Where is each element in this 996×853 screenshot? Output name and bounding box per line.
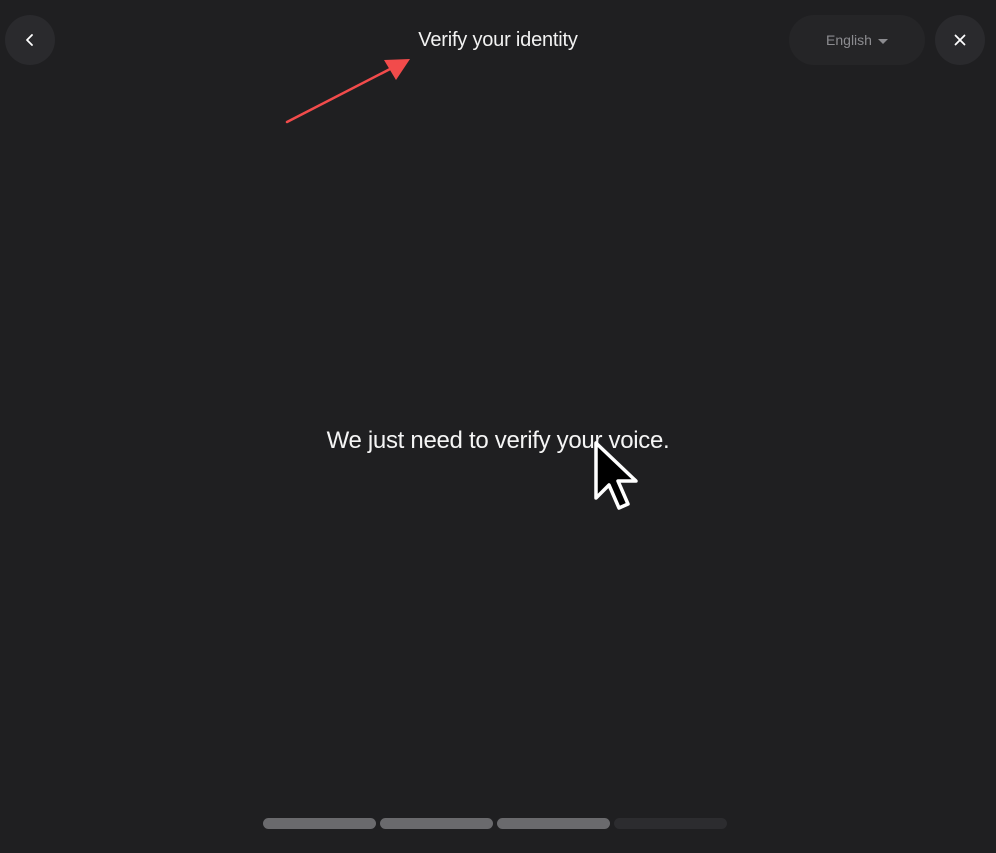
verification-message: We just need to verify your voice. <box>326 427 670 454</box>
progress-step-3 <box>497 818 610 829</box>
progress-step-4 <box>614 818 727 829</box>
progress-indicator <box>263 818 727 829</box>
progress-step-1 <box>263 818 376 829</box>
caret-down-icon <box>877 38 888 44</box>
language-select[interactable]: English <box>789 15 925 65</box>
close-icon <box>954 34 966 46</box>
progress-step-2 <box>380 818 493 829</box>
annotation-arrow-icon <box>285 59 410 124</box>
close-button[interactable] <box>935 15 985 65</box>
mouse-pointer-icon <box>594 441 638 510</box>
language-select-value: English <box>826 32 872 48</box>
